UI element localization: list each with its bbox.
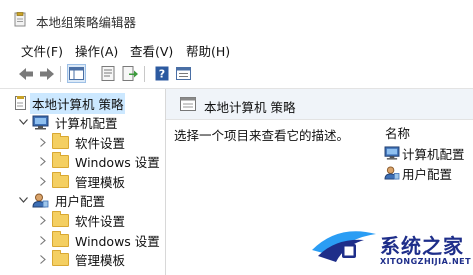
export-list-button[interactable] [120, 64, 139, 83]
tree-root-label: 本地计算机 策略 [30, 92, 126, 114]
view-icon [176, 67, 191, 80]
tree-item-admin-templates[interactable]: 管理模板 [38, 171, 127, 191]
user-icon [32, 193, 49, 208]
show-tree-icon [69, 67, 84, 80]
folder-icon [52, 132, 69, 150]
list-item-user-config[interactable]: 用户配置 [383, 164, 452, 182]
chevron-down-icon[interactable] [18, 117, 28, 127]
content-header-title: 本地计算机 策略 [204, 100, 296, 115]
export-list-icon [122, 66, 138, 81]
forward-button[interactable] [37, 64, 56, 83]
chevron-down-icon[interactable] [18, 195, 28, 205]
chevron-right-icon[interactable] [38, 176, 48, 186]
menu-bar: 文件(F) 操作(A) 查看(V) 帮助(H) [0, 38, 473, 60]
chevron-right-icon[interactable] [38, 254, 48, 264]
user-icon [383, 166, 400, 181]
chevron-right-icon[interactable] [38, 215, 48, 225]
title-bar: 本地组策略编辑器 [0, 0, 473, 38]
back-button[interactable] [16, 64, 35, 83]
tree-item-windows-settings[interactable]: Windows 设置 [38, 230, 162, 250]
tree-item-software-settings[interactable]: 软件设置 [38, 210, 127, 230]
window-title: 本地组策略编辑器 [36, 15, 137, 30]
view-button[interactable] [174, 64, 193, 83]
properties-button[interactable] [98, 64, 117, 83]
column-header-name[interactable]: 名称 [385, 123, 410, 142]
tree-root-node[interactable]: 本地计算机 策略 [14, 92, 126, 114]
tree-item-label: Windows 设置 [75, 233, 160, 249]
tree-item-label: 软件设置 [75, 213, 126, 229]
toolbar: ? [0, 60, 473, 89]
tree-item-label: 管理模板 [75, 252, 126, 268]
watermark-en-text: XITONGZHIJIA.NET [380, 257, 472, 266]
description-text: 选择一个项目来查看它的描述。 [174, 128, 350, 143]
show-hide-tree-button[interactable] [67, 64, 86, 83]
toolbar-separator [60, 66, 61, 82]
toolbar-separator [144, 66, 145, 82]
menu-help[interactable]: 帮助(H) [186, 41, 230, 60]
policy-document-icon [14, 96, 26, 111]
tree-item-label: Windows 设置 [75, 154, 160, 170]
computer-icon [383, 146, 400, 161]
forward-arrow-icon [39, 67, 54, 80]
policy-header-icon [180, 97, 196, 111]
computer-icon [32, 115, 49, 130]
folder-icon [52, 171, 69, 189]
chevron-right-icon[interactable] [38, 156, 48, 166]
help-icon: ? [155, 66, 168, 81]
site-watermark: 系统之家 XITONGZHIJIA.NET [308, 212, 473, 275]
tree-item-admin-templates[interactable]: 管理模板 [38, 249, 127, 269]
list-item-label: 用户配置 [402, 166, 453, 182]
chevron-right-icon[interactable] [38, 235, 48, 245]
back-arrow-icon [18, 67, 33, 80]
help-button[interactable]: ? [152, 64, 171, 83]
tree-item-label: 管理模板 [75, 174, 126, 190]
folder-icon [52, 230, 69, 248]
svg-text:?: ? [158, 68, 164, 81]
tree-item-user-config[interactable]: 用户配置 [18, 190, 107, 210]
tree-item-windows-settings[interactable]: Windows 设置 [38, 151, 162, 171]
tree-item-computer-config[interactable]: 计算机配置 [18, 112, 120, 132]
folder-icon [52, 210, 69, 228]
content-header: 本地计算机 策略 [166, 89, 473, 120]
tree-item-software-settings[interactable]: 软件设置 [38, 132, 127, 152]
tree-item-label: 软件设置 [75, 135, 126, 151]
list-item-computer-config[interactable]: 计算机配置 [383, 144, 465, 162]
watermark-cn-text: 系统之家 [380, 234, 464, 258]
tree-item-label: 用户配置 [55, 193, 106, 209]
watermark-logo-icon [312, 231, 376, 262]
folder-icon [52, 151, 69, 169]
chevron-right-icon[interactable] [38, 137, 48, 147]
list-item-label: 计算机配置 [402, 146, 465, 162]
tree-item-label: 计算机配置 [55, 115, 118, 131]
properties-icon [101, 66, 114, 81]
menu-action[interactable]: 操作(A) [75, 41, 118, 60]
menu-view[interactable]: 查看(V) [130, 41, 173, 60]
tree-pane: 本地计算机 策略 计算机配置 软件设置 Windows 设置 管理模板 用户配置… [0, 89, 166, 275]
menu-file[interactable]: 文件(F) [21, 41, 63, 60]
policy-editor-app-icon [14, 12, 26, 27]
folder-icon [52, 249, 69, 267]
